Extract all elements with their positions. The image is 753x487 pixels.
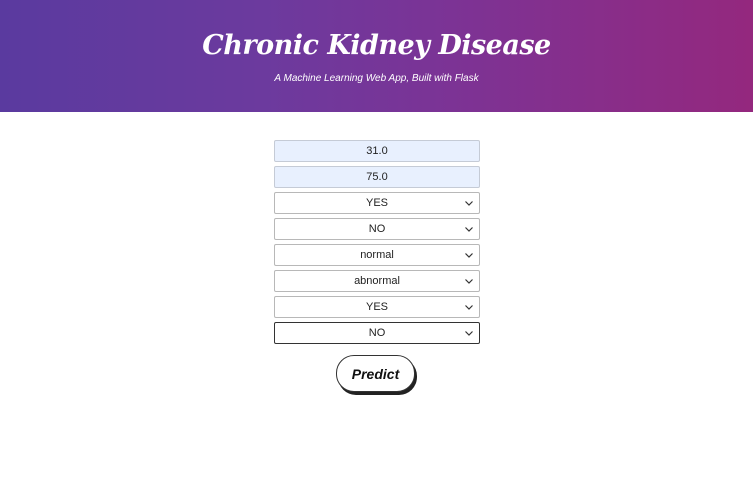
chevron-down-icon [465, 201, 473, 206]
page-title: Chronic Kidney Disease [202, 30, 551, 61]
select-field-5-value: YES [365, 301, 388, 313]
select-field-5[interactable]: YES [274, 296, 480, 318]
select-field-4-value: abnormal [354, 275, 400, 287]
numeric-input-1[interactable]: 31.0 [274, 140, 480, 162]
chevron-down-icon [465, 279, 473, 284]
numeric-input-2[interactable]: 75.0 [274, 166, 480, 188]
numeric-input-2-value: 75.0 [366, 171, 388, 183]
select-field-2[interactable]: NO [274, 218, 480, 240]
select-field-2-value: NO [368, 223, 386, 235]
prediction-form: 31.0 75.0 YES NO normal abnormal YES NO [274, 140, 480, 348]
predict-button[interactable]: Predict [336, 355, 415, 392]
numeric-input-1-value: 31.0 [366, 145, 388, 157]
chevron-down-icon [465, 227, 473, 232]
chevron-down-icon [465, 331, 473, 336]
select-field-1[interactable]: YES [274, 192, 480, 214]
select-field-1-value: YES [365, 197, 388, 209]
select-field-6-value: NO [368, 327, 386, 339]
select-field-3[interactable]: normal [274, 244, 480, 266]
select-field-4[interactable]: abnormal [274, 270, 480, 292]
chevron-down-icon [465, 253, 473, 258]
chevron-down-icon [465, 305, 473, 310]
page-subtitle: A Machine Learning Web App, Built with F… [274, 73, 479, 84]
header-banner: Chronic Kidney Disease A Machine Learnin… [0, 0, 753, 112]
select-field-6[interactable]: NO [274, 322, 480, 344]
select-field-3-value: normal [360, 249, 394, 261]
